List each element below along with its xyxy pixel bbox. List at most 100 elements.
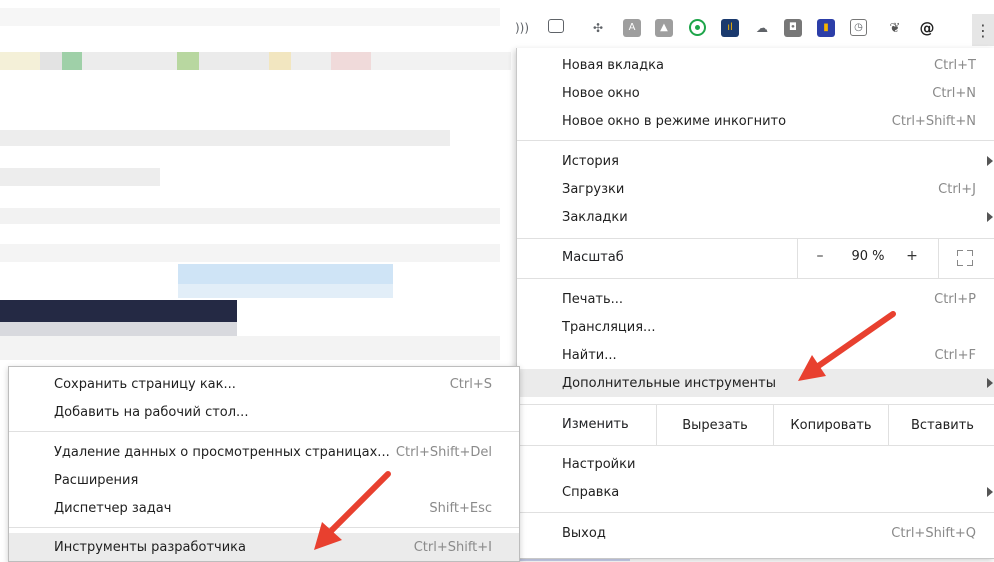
- blur-block: [0, 208, 500, 224]
- blur-block: [0, 336, 500, 360]
- submenu-item-clear-data[interactable]: Удаление данных о просмотренных страница…: [9, 438, 519, 466]
- menu-item-label: Новое окно: [562, 85, 640, 101]
- menu-item-incognito[interactable]: Новое окно в режиме инкогнито Ctrl+Shift…: [517, 107, 994, 135]
- blur-block: [291, 52, 331, 70]
- submenu-item-label: Инструменты разработчика: [54, 539, 247, 555]
- blur-block: [40, 52, 62, 70]
- paste-button[interactable]: Вставить: [888, 405, 994, 445]
- submenu-arrow-icon: [987, 156, 993, 166]
- chrome-main-menu: Новая вкладка Ctrl+T Новое окно Ctrl+N Н…: [516, 48, 994, 559]
- pdf-icon[interactable]: A: [623, 19, 641, 37]
- submenu-item-shortcut: Ctrl+S: [449, 376, 492, 392]
- blur-block: [178, 264, 393, 284]
- picture-icon[interactable]: ▲: [655, 19, 673, 37]
- edit-row: Изменить Вырезать Копировать Вставить: [517, 404, 994, 446]
- submenu-item-add-to-desktop[interactable]: Добавить на рабочий стол...: [9, 398, 519, 426]
- menu-separator: [517, 512, 994, 513]
- blur-block: [0, 8, 500, 26]
- zoom-controls: – 90 % +: [797, 238, 939, 278]
- menu-item-history[interactable]: История: [517, 147, 994, 175]
- evernote-icon[interactable]: ❦: [886, 19, 904, 37]
- blur-block: [0, 130, 450, 146]
- cloud-icon[interactable]: ☁: [753, 19, 771, 37]
- cut-button[interactable]: Вырезать: [656, 405, 773, 445]
- menu-item-shortcut: Ctrl+J: [938, 181, 976, 197]
- menu-item-label: Новое окно в режиме инкогнито: [562, 113, 787, 129]
- menu-item-settings[interactable]: Настройки: [517, 450, 994, 478]
- menu-item-label: Новая вкладка: [562, 57, 664, 73]
- menu-item-exit[interactable]: Выход Ctrl+Shift+Q: [517, 519, 994, 547]
- menu-item-new-tab[interactable]: Новая вкладка Ctrl+T: [517, 51, 994, 79]
- browser-toolbar: ))) ✣ A ▲ ıl ☁ ◘ ▮ ◷ ❦ @ ⋮: [505, 12, 994, 48]
- blur-block: [0, 244, 500, 262]
- menu-item-cast[interactable]: Трансляция...: [517, 313, 994, 341]
- audio-icon[interactable]: ))): [513, 19, 531, 37]
- menu-item-more-tools[interactable]: Дополнительные инструменты: [517, 369, 994, 397]
- blue-extension-icon[interactable]: ▮: [817, 19, 835, 37]
- submenu-item-label: Добавить на рабочий стол...: [54, 404, 249, 420]
- menu-item-label: Печать...: [562, 291, 624, 307]
- cast-icon[interactable]: [548, 19, 564, 33]
- blur-block: [178, 284, 393, 298]
- chart-extension-icon[interactable]: ıl: [721, 19, 739, 37]
- clock-icon[interactable]: ◷: [850, 19, 867, 36]
- submenu-item-shortcut: Ctrl+Shift+I: [413, 539, 492, 555]
- submenu-arrow-icon: [987, 212, 993, 222]
- spiral-icon[interactable]: @: [918, 19, 936, 37]
- copy-button[interactable]: Копировать: [773, 405, 888, 445]
- submenu-item-developer-tools[interactable]: Инструменты разработчика Ctrl+Shift+I: [9, 533, 519, 561]
- blur-block: [0, 168, 160, 186]
- menu-item-label: Загрузки: [562, 181, 625, 197]
- zoom-row: Масштаб – 90 % +: [517, 238, 994, 279]
- menu-item-shortcut: Ctrl+F: [934, 347, 976, 363]
- edit-label: Изменить: [562, 417, 629, 432]
- menu-item-label: Трансляция...: [562, 319, 656, 335]
- menu-separator: [517, 278, 994, 279]
- green-circle-icon[interactable]: [689, 19, 706, 36]
- menu-item-new-window[interactable]: Новое окно Ctrl+N: [517, 79, 994, 107]
- more-menu-icon[interactable]: ⋮: [972, 14, 994, 46]
- menu-item-help[interactable]: Справка: [517, 478, 994, 506]
- target-icon[interactable]: ✣: [589, 19, 607, 37]
- submenu-item-extensions[interactable]: Расширения: [9, 466, 519, 494]
- menu-item-label: Закладки: [562, 209, 628, 225]
- menu-item-label: Дополнительные инструменты: [562, 375, 777, 391]
- menu-item-shortcut: Ctrl+Shift+N: [891, 113, 976, 129]
- blur-block: [82, 52, 177, 70]
- menu-item-shortcut: Ctrl+N: [932, 85, 976, 101]
- menu-item-downloads[interactable]: Загрузки Ctrl+J: [517, 175, 994, 203]
- menu-item-label: История: [562, 153, 619, 169]
- zoom-out-button[interactable]: –: [810, 248, 830, 264]
- submenu-item-task-manager[interactable]: Диспетчер задач Shift+Esc: [9, 494, 519, 522]
- submenu-separator: [9, 527, 519, 528]
- menu-item-label: Выход: [562, 525, 606, 541]
- fullscreen-icon[interactable]: [957, 250, 973, 266]
- zoom-in-button[interactable]: +: [902, 248, 922, 264]
- menu-item-label: Справка: [562, 484, 620, 500]
- blur-block: [0, 322, 237, 336]
- submenu-arrow-icon: [987, 378, 993, 388]
- submenu-item-shortcut: Ctrl+Shift+Del: [395, 444, 492, 460]
- menu-item-print[interactable]: Печать... Ctrl+P: [517, 285, 994, 313]
- zoom-value: 90 %: [851, 249, 885, 264]
- blur-block: [331, 52, 371, 70]
- menu-item-shortcut: Ctrl+T: [934, 57, 976, 73]
- menu-item-label: Настройки: [562, 456, 636, 472]
- submenu-item-save-page[interactable]: Сохранить страницу как... Ctrl+S: [9, 370, 519, 398]
- submenu-item-label: Удаление данных о просмотренных страница…: [54, 444, 390, 460]
- menu-item-find[interactable]: Найти... Ctrl+F: [517, 341, 994, 369]
- menu-item-label: Найти...: [562, 347, 617, 363]
- menu-item-bookmarks[interactable]: Закладки: [517, 203, 994, 231]
- more-tools-submenu: Сохранить страницу как... Ctrl+S Добавит…: [8, 366, 520, 562]
- zoom-label: Масштаб: [562, 250, 624, 265]
- blur-block: [177, 52, 199, 70]
- blur-block: [269, 52, 291, 70]
- blur-block: [199, 52, 269, 70]
- submenu-separator: [9, 431, 519, 432]
- menu-item-shortcut: Ctrl+P: [934, 291, 976, 307]
- blur-block: [0, 52, 40, 70]
- blur-block: [371, 52, 511, 70]
- shield-extension-icon[interactable]: ◘: [784, 19, 802, 37]
- submenu-item-label: Диспетчер задач: [54, 500, 172, 516]
- menu-separator: [517, 140, 994, 141]
